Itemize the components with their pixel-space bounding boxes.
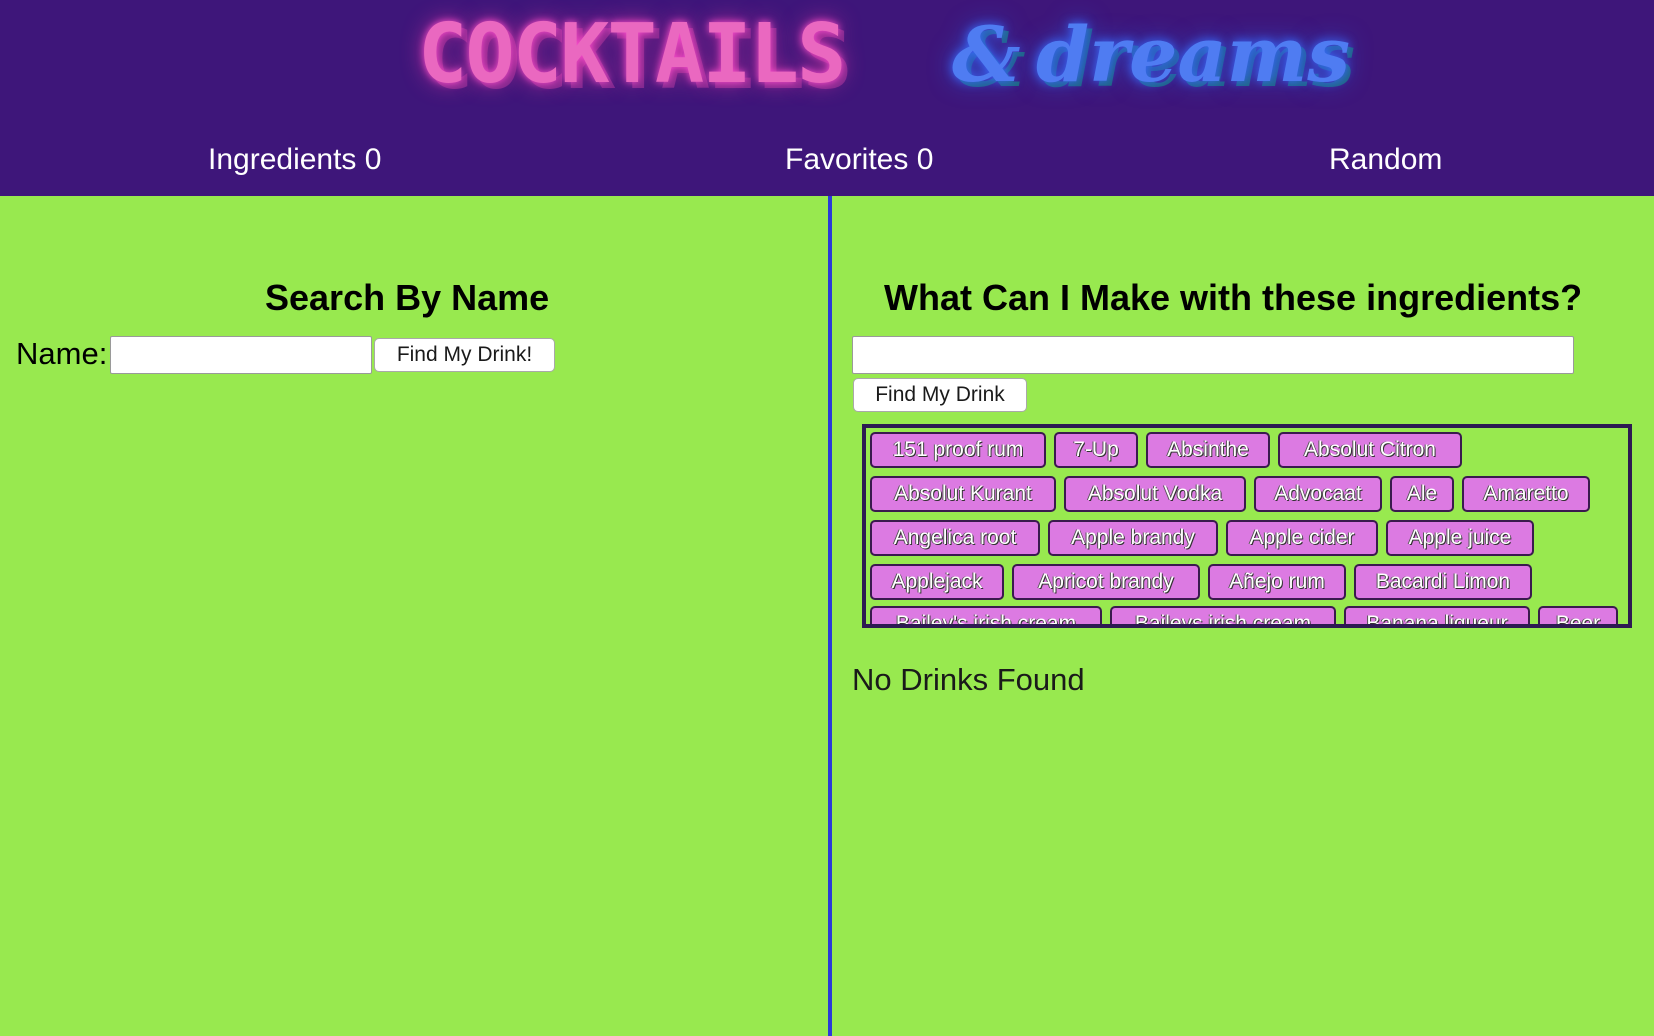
- logo-dreams-text: dreams: [1036, 10, 1350, 99]
- ingredient-chip[interactable]: Applejack: [870, 564, 1004, 600]
- header-bar: COCKTAILS & dreams Ingredients 0 Favorit…: [0, 0, 1654, 196]
- ingredient-chip[interactable]: Amaretto: [1462, 476, 1590, 512]
- find-my-drink-button[interactable]: Find My Drink!: [374, 338, 555, 372]
- ingredient-chip[interactable]: Apple juice: [1386, 520, 1534, 556]
- ingredient-chip[interactable]: Apricot brandy: [1012, 564, 1200, 600]
- ingredient-input[interactable]: [852, 336, 1574, 374]
- results-status: No Drinks Found: [852, 662, 1085, 697]
- site-logo: COCKTAILS & dreams: [0, 0, 1654, 118]
- ingredient-chip[interactable]: Bacardi Limon: [1354, 564, 1532, 600]
- ingredient-chip[interactable]: Advocaat: [1254, 476, 1382, 512]
- ingredients-heading: What Can I Make with these ingredients?: [884, 277, 1583, 318]
- search-by-ingredients-pane: What Can I Make with these ingredients? …: [832, 196, 1654, 1036]
- name-input[interactable]: [110, 336, 372, 374]
- ingredient-chip[interactable]: Baileys irish cream: [1110, 606, 1336, 624]
- logo-ampersand: &: [952, 10, 1021, 99]
- ingredient-chip[interactable]: Ale: [1390, 476, 1454, 512]
- name-label: Name:: [16, 336, 108, 371]
- find-by-ingredients-button[interactable]: Find My Drink: [853, 378, 1027, 412]
- ingredient-chip[interactable]: Apple cider: [1226, 520, 1378, 556]
- search-by-name-pane: Search By Name Name: Find My Drink!: [0, 196, 828, 1036]
- ingredient-chip[interactable]: Apple brandy: [1048, 520, 1218, 556]
- logo-cocktails-text: COCKTAILS: [418, 7, 846, 102]
- nav-ingredients[interactable]: Ingredients 0: [208, 132, 381, 188]
- nav-random[interactable]: Random: [1329, 132, 1442, 188]
- ingredient-chip[interactable]: Añejo rum: [1208, 564, 1346, 600]
- ingredient-chip[interactable]: Absinthe: [1146, 432, 1270, 468]
- ingredient-chip[interactable]: Bailey's irish cream: [870, 606, 1102, 624]
- ingredient-chip[interactable]: 7-Up: [1054, 432, 1138, 468]
- ingredient-chip[interactable]: Banana liqueur: [1344, 606, 1530, 624]
- main-nav: Ingredients 0 Favorites 0 Random: [0, 132, 1654, 188]
- ingredient-chip[interactable]: Absolut Vodka: [1064, 476, 1246, 512]
- nav-favorites[interactable]: Favorites 0: [785, 132, 933, 188]
- ingredient-chip[interactable]: Beer: [1538, 606, 1618, 624]
- search-by-name-heading: Search By Name: [265, 277, 550, 318]
- ingredient-chip[interactable]: Absolut Kurant: [870, 476, 1056, 512]
- ingredient-chip[interactable]: Absolut Citron: [1278, 432, 1462, 468]
- ingredient-chip[interactable]: 151 proof rum: [870, 432, 1046, 468]
- ingredient-chip[interactable]: Angelica root: [870, 520, 1040, 556]
- ingredient-list[interactable]: 151 proof rum 7-Up Absinthe Absolut Citr…: [862, 424, 1632, 628]
